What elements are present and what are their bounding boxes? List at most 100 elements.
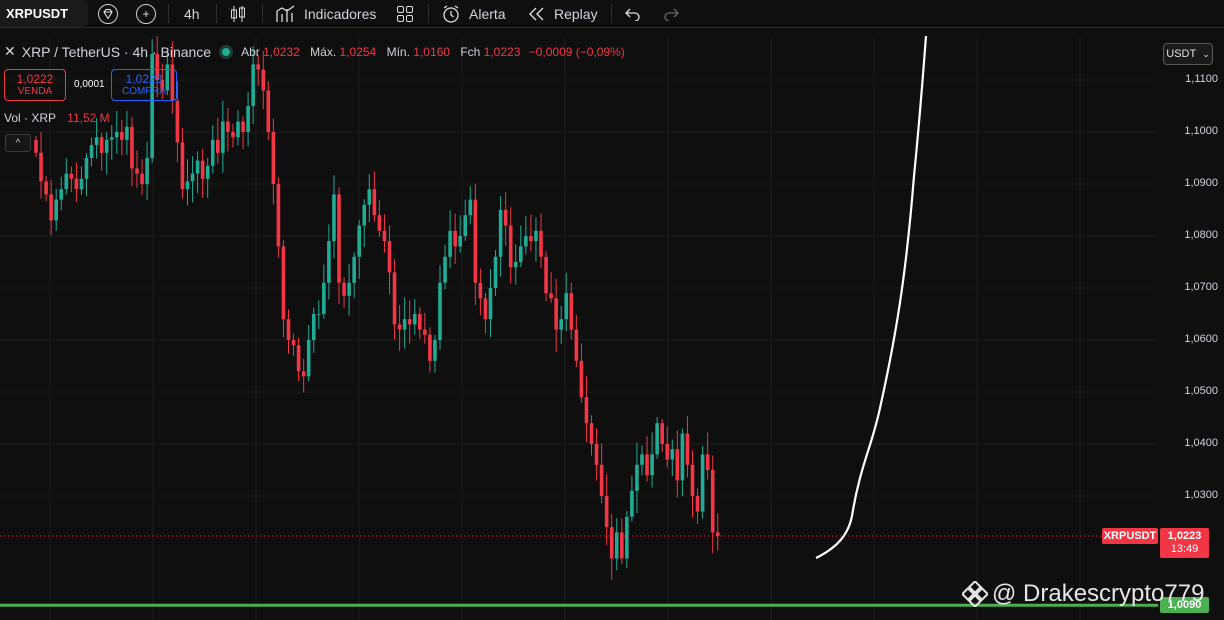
price-tick-label: 1,1100: [1185, 73, 1218, 85]
add-symbol-icon[interactable]: +: [136, 4, 156, 24]
price-tick-label: 1,0700: [1184, 281, 1218, 293]
candle-up: [463, 215, 468, 236]
candle-up: [534, 230, 538, 242]
candle-up: [524, 236, 528, 247]
binance-logo-icon: [962, 581, 988, 607]
watermark-text: @ Drakescrypto779: [992, 580, 1205, 607]
alert-label: Alerta: [469, 5, 506, 22]
candle-up: [125, 126, 129, 140]
candle-down: [645, 454, 649, 476]
candle-up: [438, 282, 442, 340]
candle-up: [630, 490, 634, 517]
alert-button[interactable]: Alerta: [441, 0, 506, 27]
candle-up: [195, 160, 200, 174]
indicators-button[interactable]: Indicadores: [276, 0, 376, 27]
diamond-icon[interactable]: [98, 4, 118, 24]
candle-up: [251, 64, 255, 106]
candle-down: [120, 132, 124, 140]
buy-button[interactable]: 1,0223 COMPRA: [111, 69, 177, 101]
symbol-title: XRP / TetherUS · 4h · Binance: [21, 43, 212, 60]
candle-up: [367, 189, 372, 205]
candle-down: [579, 360, 584, 398]
candle-up: [493, 256, 498, 288]
candle-up: [559, 319, 563, 330]
candle-up: [650, 454, 654, 476]
currency-select[interactable]: USDT ⌄: [1163, 43, 1213, 65]
candle-countdown: 13:49: [1170, 543, 1199, 556]
candle-up: [185, 181, 190, 190]
volume-value: 11,52 M: [67, 111, 110, 125]
watermark: @ Drakescrypto779: [962, 580, 1204, 608]
toolbar-divider: [611, 4, 612, 23]
chart-legend: ✕ XRP / TetherUS · 4h · Binance Abr 1,02…: [4, 43, 632, 60]
candle-down: [397, 324, 402, 330]
toolbar-divider: [262, 4, 263, 23]
candle-up: [347, 282, 351, 296]
candle-up: [221, 121, 225, 153]
candle-down: [281, 246, 286, 320]
price-tick-label: 1,0500: [1184, 385, 1218, 397]
candle-up: [322, 282, 326, 314]
redo-icon[interactable]: [663, 0, 679, 27]
candle-down: [387, 241, 392, 273]
candle-up: [145, 158, 149, 184]
undo-icon[interactable]: [625, 0, 641, 27]
candle-up: [84, 158, 89, 179]
candle-up: [104, 139, 109, 153]
candle-down: [231, 132, 235, 138]
candle-up: [655, 423, 659, 455]
candle-type-icon[interactable]: [230, 0, 246, 27]
candle-down: [584, 397, 589, 424]
candlestick-chart[interactable]: [0, 36, 1158, 620]
layouts-grid-icon[interactable]: [396, 0, 414, 27]
candle-down: [69, 173, 74, 179]
collapse-legend-button[interactable]: ^: [5, 134, 31, 152]
low-label: Mín.: [386, 44, 410, 59]
candle-down: [140, 173, 144, 184]
candle-down: [99, 137, 104, 153]
candle-up: [362, 204, 367, 226]
candle-up: [332, 194, 336, 242]
candle-down: [266, 90, 271, 132]
candle-down: [382, 230, 387, 242]
last-price-tag: 1,0223 13:49: [1160, 528, 1209, 559]
close-icon[interactable]: ✕: [4, 43, 16, 60]
candle-up: [317, 314, 321, 315]
symbol-search-button[interactable]: XRPUSDT: [0, 0, 88, 27]
candle-down: [271, 132, 276, 184]
price-tick-label: 1,0300: [1184, 489, 1218, 501]
ohlc-values: Abr 1,0232 Máx. 1,0254 Mín. 1,0160 Fch 1…: [241, 45, 632, 59]
replay-button[interactable]: Replay: [528, 0, 598, 27]
candle-down: [342, 282, 346, 296]
candle-up: [433, 340, 437, 361]
close-value: 1,0223: [483, 44, 521, 59]
candle-up: [109, 137, 114, 140]
candle-down: [574, 329, 579, 361]
open-label: Abr: [241, 44, 260, 59]
symbol-label: XRPUSDT: [6, 6, 69, 21]
drawn-curve[interactable]: [815, 36, 928, 559]
timeframe-button[interactable]: 4h: [184, 0, 200, 27]
price-tick-label: 1,0900: [1184, 177, 1218, 189]
chevron-down-icon: ⌄: [1202, 48, 1210, 59]
high-label: Máx.: [310, 44, 337, 59]
candle-down: [599, 464, 604, 496]
last-price-symbol-tag: XRPUSDT: [1102, 528, 1158, 545]
candle-down: [34, 139, 38, 153]
price-tick-label: 1,0400: [1184, 437, 1218, 449]
chevron-up-icon: ^: [15, 137, 21, 149]
candle-up: [635, 464, 639, 491]
candle-down: [554, 298, 558, 330]
candle-up: [670, 449, 675, 460]
candle-up: [115, 132, 119, 138]
price-tick-label: 1,1000: [1184, 125, 1218, 137]
candle-up: [498, 210, 503, 257]
candle-up: [327, 241, 331, 283]
candle-up: [519, 246, 523, 262]
candle-down: [569, 293, 574, 330]
candle-down: [377, 215, 382, 231]
candle-up: [210, 139, 215, 166]
sell-button[interactable]: 1,0222 VENDA: [4, 69, 66, 101]
candle-down: [337, 194, 341, 283]
candle-down: [276, 184, 281, 247]
